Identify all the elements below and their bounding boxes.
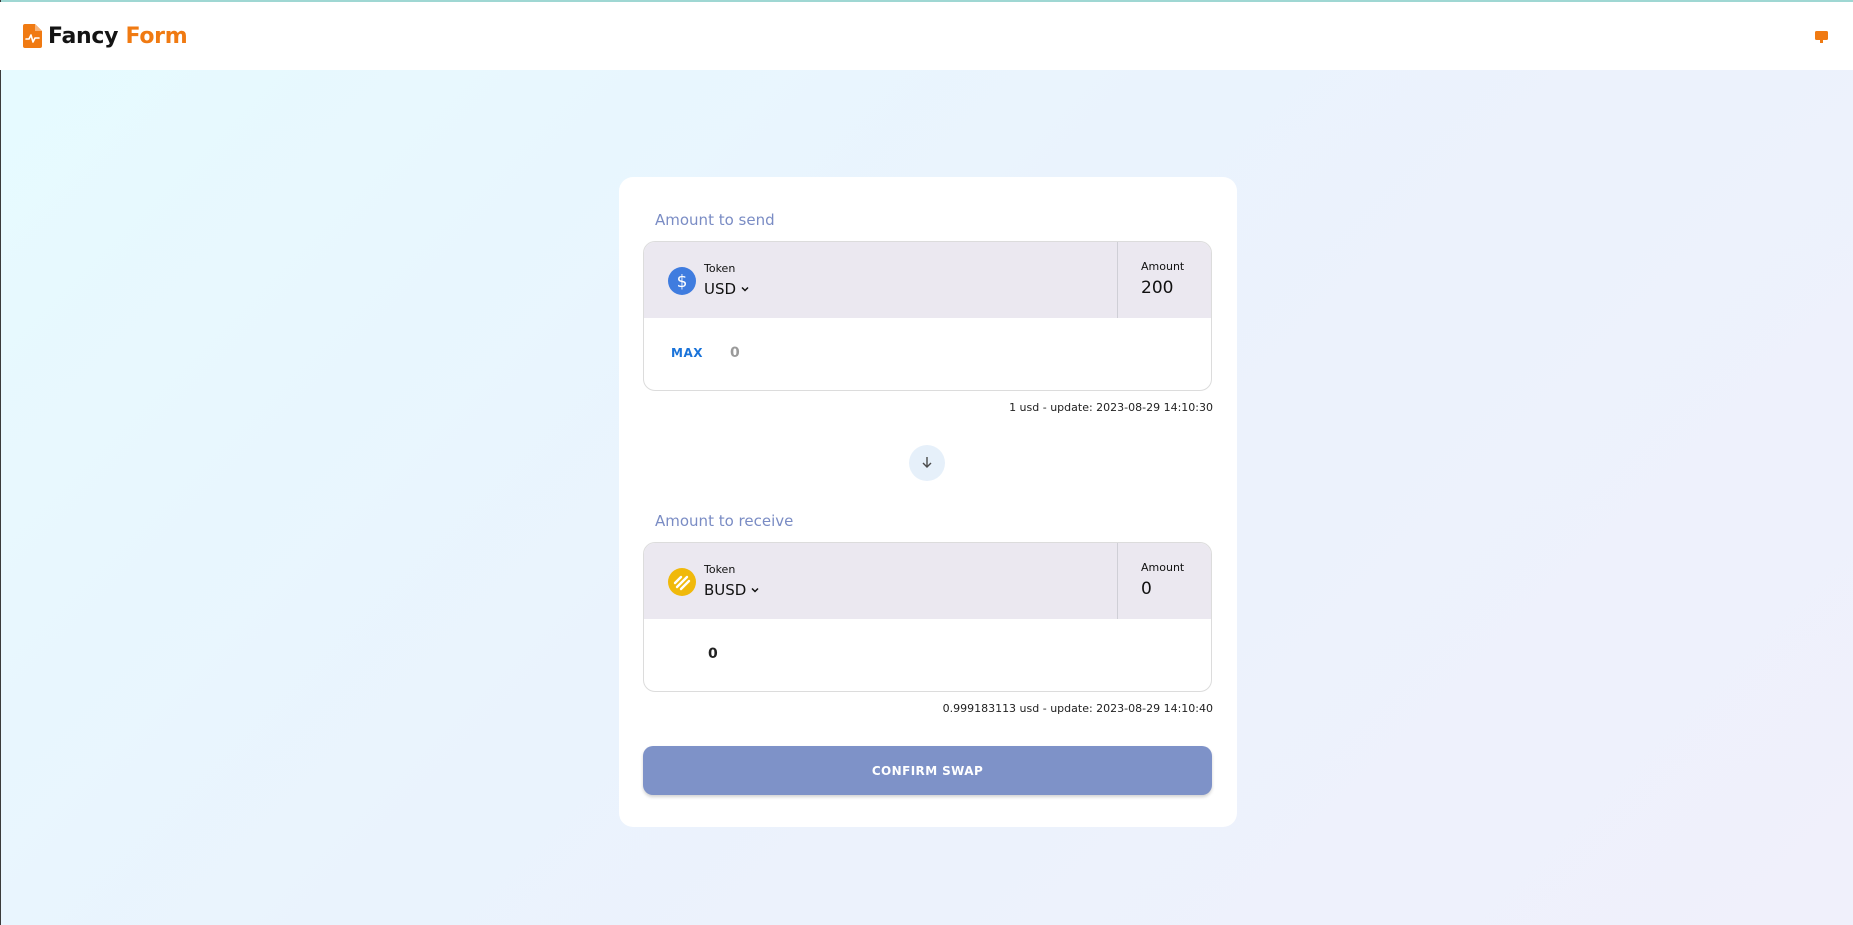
receive-box: Token BUSD Amount 0 0	[643, 542, 1212, 692]
send-token-select[interactable]: USD	[704, 280, 750, 298]
arrow-down-icon	[920, 454, 934, 473]
logo-word-form: Form	[125, 23, 188, 49]
confirm-swap-button[interactable]: CONFIRM SWAP	[643, 746, 1212, 795]
max-button[interactable]: MAX	[671, 346, 703, 360]
receive-box-header: Token BUSD Amount 0	[644, 543, 1211, 619]
logo-word-fancy: Fancy	[48, 23, 119, 49]
swap-direction-button[interactable]	[909, 445, 945, 481]
receive-token-label: Token	[704, 563, 736, 576]
receive-divider	[1117, 543, 1118, 619]
svg-text:$: $	[677, 272, 688, 292]
left-edge-line	[0, 0, 1, 925]
send-token-value: USD	[704, 280, 737, 298]
document-pulse-icon	[23, 24, 42, 48]
send-token-label: Token	[704, 262, 736, 275]
receive-bottom-value: 0	[708, 646, 718, 662]
send-rate-text: 1 usd - update: 2023-08-29 14:10:30	[1009, 401, 1213, 414]
receive-token-value: BUSD	[704, 581, 747, 599]
app-logo[interactable]: Fancy Form	[23, 23, 188, 49]
send-amount-label: Amount	[1141, 260, 1185, 273]
receive-token-select[interactable]: BUSD	[704, 581, 760, 599]
receive-rate-text: 0.999183113 usd - update: 2023-08-29 14:…	[942, 702, 1213, 715]
send-box-header: $ Token USD Amount 200	[644, 242, 1211, 318]
receive-amount-input[interactable]: 0	[1141, 579, 1152, 599]
chevron-down-icon	[740, 280, 750, 298]
receive-section-label: Amount to receive	[655, 512, 794, 530]
send-amount-input[interactable]: 200	[1141, 278, 1173, 298]
app-header: Fancy Form	[0, 2, 1853, 70]
dollar-coin-icon: $	[668, 267, 696, 295]
send-divider	[1117, 242, 1118, 318]
send-max-value: 0	[730, 345, 740, 361]
receive-amount-label: Amount	[1141, 561, 1185, 574]
chevron-down-icon	[750, 581, 760, 599]
send-section-label: Amount to send	[655, 211, 775, 229]
logo-text: Fancy Form	[48, 23, 188, 49]
swap-card: Amount to send $ Token USD Amount 200 MA…	[619, 177, 1237, 827]
send-box: $ Token USD Amount 200 MAX 0	[643, 241, 1212, 391]
busd-coin-icon	[668, 568, 696, 596]
menu-icon[interactable]	[1814, 29, 1830, 43]
